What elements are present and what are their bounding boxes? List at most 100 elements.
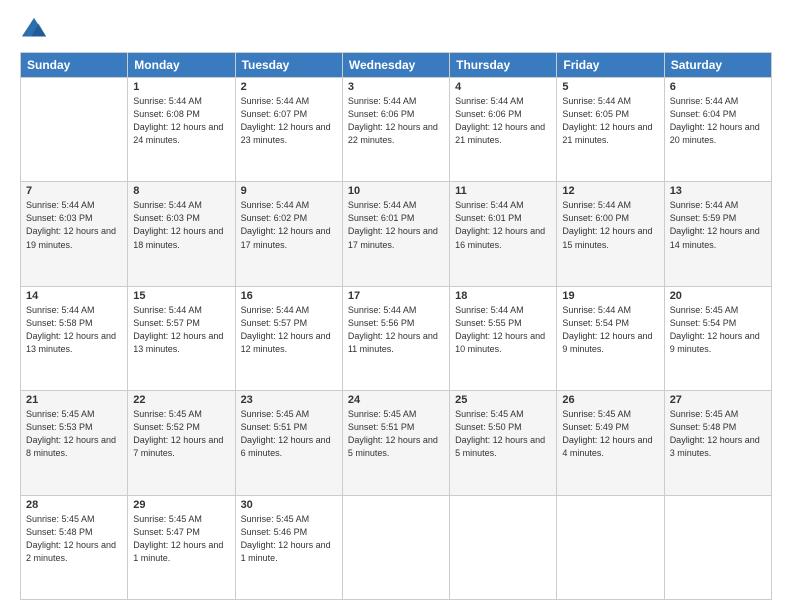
day-number: 9 <box>241 185 337 197</box>
day-number: 18 <box>455 290 551 302</box>
cell-2-1: 15 Sunrise: 5:44 AMSunset: 5:57 PMDayligh… <box>128 286 235 390</box>
cell-2-5: 19Sunrise: 5:44 AMSunset: 5:54 PMDayligh… <box>557 286 664 390</box>
col-header-tuesday: Tuesday <box>235 53 342 78</box>
cell-1-6: 13 Sunrise: 5:44 AMSunset: 5:59 PMDayligh… <box>664 182 771 286</box>
day-number: 21 <box>26 394 122 406</box>
cell-info: Sunrise: 5:45 AMSunset: 5:48 PMDaylight:… <box>26 513 122 565</box>
cell-info: Sunrise: 5:45 AMSunset: 5:51 PMDaylight:… <box>348 408 444 460</box>
cell-info: Sunrise: 5:44 AMSunset: 5:57 PMDaylight:… <box>133 304 229 356</box>
col-header-wednesday: Wednesday <box>342 53 449 78</box>
day-number: 16 <box>241 290 337 302</box>
day-number: 23 <box>241 394 337 406</box>
day-number: 26 <box>562 394 658 406</box>
cell-0-1: 1 Sunrise: 5:44 AMSunset: 6:08 PMDaylight… <box>128 78 235 182</box>
cell-3-5: 26 Sunrise: 5:45 AMSunset: 5:49 PMDayligh… <box>557 391 664 495</box>
day-number: 10 <box>348 185 444 197</box>
cell-info: Sunrise: 5:45 AMSunset: 5:50 PMDaylight:… <box>455 408 551 460</box>
col-header-monday: Monday <box>128 53 235 78</box>
cell-info: Sunrise: 5:44 AMSunset: 5:55 PMDaylight:… <box>455 304 551 356</box>
cell-info: Sunrise: 5:45 AMSunset: 5:48 PMDaylight:… <box>670 408 766 460</box>
cell-info: Sunrise: 5:44 AMSunset: 6:05 PMDaylight:… <box>562 95 658 147</box>
week-row-0: 1 Sunrise: 5:44 AMSunset: 6:08 PMDaylight… <box>21 78 772 182</box>
cell-3-1: 22Sunrise: 5:45 AMSunset: 5:52 PMDayligh… <box>128 391 235 495</box>
cell-info: Sunrise: 5:44 AMSunset: 6:01 PMDaylight:… <box>455 199 551 251</box>
day-number: 29 <box>133 499 229 511</box>
cell-info: Sunrise: 5:44 AMSunset: 5:56 PMDaylight:… <box>348 304 444 356</box>
cell-info: Sunrise: 5:45 AMSunset: 5:49 PMDaylight:… <box>562 408 658 460</box>
cell-info: Sunrise: 5:44 AMSunset: 6:04 PMDaylight:… <box>670 95 766 147</box>
day-number: 6 <box>670 81 766 93</box>
cell-info: Sunrise: 5:45 AMSunset: 5:54 PMDaylight:… <box>670 304 766 356</box>
day-number: 8 <box>133 185 229 197</box>
day-number: 13 <box>670 185 766 197</box>
cell-2-3: 17 Sunrise: 5:44 AMSunset: 5:56 PMDayligh… <box>342 286 449 390</box>
cell-4-4 <box>450 495 557 599</box>
cell-0-2: 2Sunrise: 5:44 AMSunset: 6:07 PMDaylight… <box>235 78 342 182</box>
col-header-friday: Friday <box>557 53 664 78</box>
week-row-4: 28 Sunrise: 5:45 AMSunset: 5:48 PMDayligh… <box>21 495 772 599</box>
cell-3-6: 27Sunrise: 5:45 AMSunset: 5:48 PMDayligh… <box>664 391 771 495</box>
cell-info: Sunrise: 5:44 AMSunset: 5:54 PMDaylight:… <box>562 304 658 356</box>
cell-info: Sunrise: 5:44 AMSunset: 6:06 PMDaylight:… <box>455 95 551 147</box>
day-number: 3 <box>348 81 444 93</box>
logo <box>20 16 52 44</box>
day-number: 17 <box>348 290 444 302</box>
day-number: 28 <box>26 499 122 511</box>
cell-1-3: 10 Sunrise: 5:44 AMSunset: 6:01 PMDayligh… <box>342 182 449 286</box>
week-row-3: 21 Sunrise: 5:45 AMSunset: 5:53 PMDayligh… <box>21 391 772 495</box>
cell-4-0: 28 Sunrise: 5:45 AMSunset: 5:48 PMDayligh… <box>21 495 128 599</box>
cell-4-5 <box>557 495 664 599</box>
cell-0-0 <box>21 78 128 182</box>
cell-info: Sunrise: 5:44 AMSunset: 6:00 PMDaylight:… <box>562 199 658 251</box>
cell-info: Sunrise: 5:44 AMSunset: 5:57 PMDaylight:… <box>241 304 337 356</box>
cell-0-3: 3 Sunrise: 5:44 AMSunset: 6:06 PMDaylight… <box>342 78 449 182</box>
day-number: 2 <box>241 81 337 93</box>
page: SundayMondayTuesdayWednesdayThursdayFrid… <box>0 0 792 612</box>
cell-info: Sunrise: 5:44 AMSunset: 6:03 PMDaylight:… <box>26 199 122 251</box>
day-number: 25 <box>455 394 551 406</box>
day-number: 22 <box>133 394 229 406</box>
day-number: 30 <box>241 499 337 511</box>
cell-4-6 <box>664 495 771 599</box>
day-number: 5 <box>562 81 658 93</box>
cell-2-4: 18 Sunrise: 5:44 AMSunset: 5:55 PMDayligh… <box>450 286 557 390</box>
cell-info: Sunrise: 5:44 AMSunset: 5:58 PMDaylight:… <box>26 304 122 356</box>
cell-0-5: 5 Sunrise: 5:44 AMSunset: 6:05 PMDaylight… <box>557 78 664 182</box>
cell-0-4: 4 Sunrise: 5:44 AMSunset: 6:06 PMDaylight… <box>450 78 557 182</box>
cell-2-2: 16 Sunrise: 5:44 AMSunset: 5:57 PMDayligh… <box>235 286 342 390</box>
cell-info: Sunrise: 5:44 AMSunset: 6:01 PMDaylight:… <box>348 199 444 251</box>
logo-icon <box>20 16 48 44</box>
cell-0-6: 6 Sunrise: 5:44 AMSunset: 6:04 PMDaylight… <box>664 78 771 182</box>
cell-info: Sunrise: 5:45 AMSunset: 5:51 PMDaylight:… <box>241 408 337 460</box>
cell-4-2: 30 Sunrise: 5:45 AMSunset: 5:46 PMDayligh… <box>235 495 342 599</box>
cell-info: Sunrise: 5:44 AMSunset: 6:03 PMDaylight:… <box>133 199 229 251</box>
cell-2-0: 14 Sunrise: 5:44 AMSunset: 5:58 PMDayligh… <box>21 286 128 390</box>
col-header-thursday: Thursday <box>450 53 557 78</box>
day-number: 12 <box>562 185 658 197</box>
day-number: 4 <box>455 81 551 93</box>
day-number: 7 <box>26 185 122 197</box>
day-number: 14 <box>26 290 122 302</box>
cell-info: Sunrise: 5:44 AMSunset: 6:08 PMDaylight:… <box>133 95 229 147</box>
cell-1-5: 12 Sunrise: 5:44 AMSunset: 6:00 PMDayligh… <box>557 182 664 286</box>
cell-3-4: 25 Sunrise: 5:45 AMSunset: 5:50 PMDayligh… <box>450 391 557 495</box>
cell-info: Sunrise: 5:44 AMSunset: 5:59 PMDaylight:… <box>670 199 766 251</box>
cell-3-3: 24 Sunrise: 5:45 AMSunset: 5:51 PMDayligh… <box>342 391 449 495</box>
day-number: 11 <box>455 185 551 197</box>
day-number: 1 <box>133 81 229 93</box>
day-number: 15 <box>133 290 229 302</box>
cell-3-0: 21 Sunrise: 5:45 AMSunset: 5:53 PMDayligh… <box>21 391 128 495</box>
cell-info: Sunrise: 5:44 AMSunset: 6:06 PMDaylight:… <box>348 95 444 147</box>
cell-2-6: 20Sunrise: 5:45 AMSunset: 5:54 PMDayligh… <box>664 286 771 390</box>
col-header-sunday: Sunday <box>21 53 128 78</box>
day-number: 24 <box>348 394 444 406</box>
calendar-table: SundayMondayTuesdayWednesdayThursdayFrid… <box>20 52 772 600</box>
cell-info: Sunrise: 5:45 AMSunset: 5:46 PMDaylight:… <box>241 513 337 565</box>
cell-info: Sunrise: 5:45 AMSunset: 5:53 PMDaylight:… <box>26 408 122 460</box>
cell-1-2: 9 Sunrise: 5:44 AMSunset: 6:02 PMDaylight… <box>235 182 342 286</box>
cell-info: Sunrise: 5:44 AMSunset: 6:02 PMDaylight:… <box>241 199 337 251</box>
calendar-header-row: SundayMondayTuesdayWednesdayThursdayFrid… <box>21 53 772 78</box>
cell-1-0: 7 Sunrise: 5:44 AMSunset: 6:03 PMDaylight… <box>21 182 128 286</box>
cell-1-1: 8 Sunrise: 5:44 AMSunset: 6:03 PMDaylight… <box>128 182 235 286</box>
header <box>20 16 772 44</box>
